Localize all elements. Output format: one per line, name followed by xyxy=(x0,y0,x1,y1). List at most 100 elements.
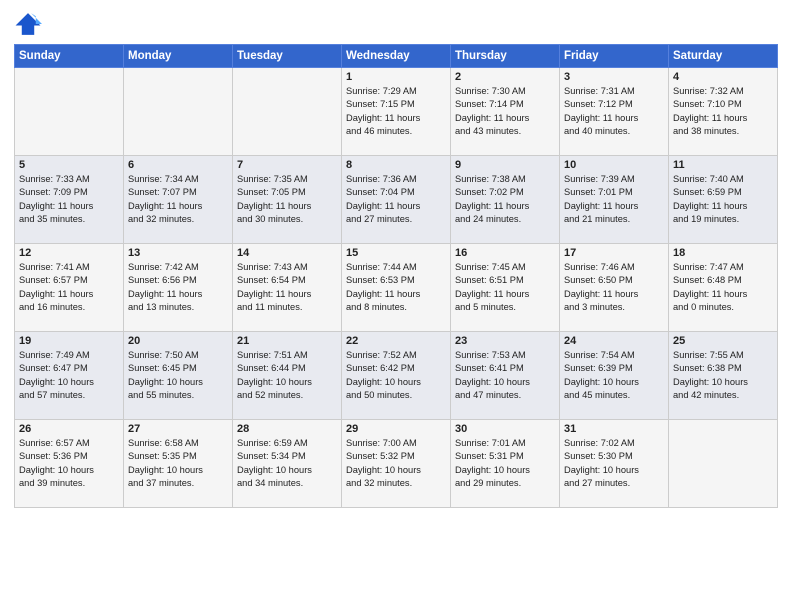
day-info: Sunrise: 7:42 AM Sunset: 6:56 PM Dayligh… xyxy=(128,261,228,315)
day-cell: 9 Sunrise: 7:38 AM Sunset: 7:02 PM Daylig… xyxy=(451,156,560,244)
day-cell: 14 Sunrise: 7:43 AM Sunset: 6:54 PM Dayli… xyxy=(233,244,342,332)
day-info: Sunrise: 7:30 AM Sunset: 7:14 PM Dayligh… xyxy=(455,85,555,139)
day-number: 27 xyxy=(128,423,228,435)
day-cell: 15 Sunrise: 7:44 AM Sunset: 6:53 PM Dayli… xyxy=(342,244,451,332)
day-number: 11 xyxy=(673,159,773,171)
day-number: 12 xyxy=(19,247,119,259)
day-info: Sunrise: 7:38 AM Sunset: 7:02 PM Dayligh… xyxy=(455,173,555,227)
day-cell: 28 Sunrise: 6:59 AM Sunset: 5:34 PM Dayli… xyxy=(233,420,342,508)
week-row-4: 26Sunrise: 6:57 AM Sunset: 5:36 PM Dayli… xyxy=(15,420,778,508)
calendar-header-row: SundayMondayTuesdayWednesdayThursdayFrid… xyxy=(15,45,778,68)
day-cell: 6 Sunrise: 7:34 AM Sunset: 7:07 PM Daylig… xyxy=(124,156,233,244)
day-info: Sunrise: 7:46 AM Sunset: 6:50 PM Dayligh… xyxy=(564,261,664,315)
day-info: Sunrise: 7:01 AM Sunset: 5:31 PM Dayligh… xyxy=(455,437,555,491)
logo xyxy=(14,10,46,38)
day-cell xyxy=(15,68,124,156)
day-info: Sunrise: 7:44 AM Sunset: 6:53 PM Dayligh… xyxy=(346,261,446,315)
day-number: 8 xyxy=(346,159,446,171)
header-sunday: Sunday xyxy=(15,45,124,68)
day-number: 20 xyxy=(128,335,228,347)
day-info: Sunrise: 7:34 AM Sunset: 7:07 PM Dayligh… xyxy=(128,173,228,227)
day-number: 22 xyxy=(346,335,446,347)
day-info: Sunrise: 7:51 AM Sunset: 6:44 PM Dayligh… xyxy=(237,349,337,403)
day-number: 19 xyxy=(19,335,119,347)
header xyxy=(14,10,778,38)
day-cell: 7 Sunrise: 7:35 AM Sunset: 7:05 PM Daylig… xyxy=(233,156,342,244)
week-row-2: 12 Sunrise: 7:41 AM Sunset: 6:57 PM Dayli… xyxy=(15,244,778,332)
day-number: 9 xyxy=(455,159,555,171)
header-thursday: Thursday xyxy=(451,45,560,68)
day-cell: 21 Sunrise: 7:51 AM Sunset: 6:44 PM Dayli… xyxy=(233,332,342,420)
day-cell: 18 Sunrise: 7:47 AM Sunset: 6:48 PM Dayli… xyxy=(669,244,778,332)
day-info: Sunrise: 7:54 AM Sunset: 6:39 PM Dayligh… xyxy=(564,349,664,403)
day-cell: 1 Sunrise: 7:29 AM Sunset: 7:15 PM Daylig… xyxy=(342,68,451,156)
week-row-3: 19 Sunrise: 7:49 AM Sunset: 6:47 PM Dayli… xyxy=(15,332,778,420)
day-number: 24 xyxy=(564,335,664,347)
day-cell: 29Sunrise: 7:00 AM Sunset: 5:32 PM Dayli… xyxy=(342,420,451,508)
day-info: Sunrise: 7:39 AM Sunset: 7:01 PM Dayligh… xyxy=(564,173,664,227)
day-number: 15 xyxy=(346,247,446,259)
day-cell: 8 Sunrise: 7:36 AM Sunset: 7:04 PM Daylig… xyxy=(342,156,451,244)
day-info: Sunrise: 7:33 AM Sunset: 7:09 PM Dayligh… xyxy=(19,173,119,227)
day-number: 14 xyxy=(237,247,337,259)
day-cell: 4Sunrise: 7:32 AM Sunset: 7:10 PM Daylig… xyxy=(669,68,778,156)
header-tuesday: Tuesday xyxy=(233,45,342,68)
day-cell: 13 Sunrise: 7:42 AM Sunset: 6:56 PM Dayli… xyxy=(124,244,233,332)
day-info: Sunrise: 7:00 AM Sunset: 5:32 PM Dayligh… xyxy=(346,437,446,491)
day-info: Sunrise: 7:55 AM Sunset: 6:38 PM Dayligh… xyxy=(673,349,773,403)
day-cell xyxy=(669,420,778,508)
day-info: Sunrise: 7:35 AM Sunset: 7:05 PM Dayligh… xyxy=(237,173,337,227)
day-cell: 5 Sunrise: 7:33 AM Sunset: 7:09 PM Daylig… xyxy=(15,156,124,244)
day-cell: 10 Sunrise: 7:39 AM Sunset: 7:01 PM Dayli… xyxy=(560,156,669,244)
day-info: Sunrise: 6:59 AM Sunset: 5:34 PM Dayligh… xyxy=(237,437,337,491)
day-number: 17 xyxy=(564,247,664,259)
day-number: 26 xyxy=(19,423,119,435)
day-cell xyxy=(124,68,233,156)
day-info: Sunrise: 7:43 AM Sunset: 6:54 PM Dayligh… xyxy=(237,261,337,315)
week-row-1: 5 Sunrise: 7:33 AM Sunset: 7:09 PM Daylig… xyxy=(15,156,778,244)
day-number: 1 xyxy=(346,71,446,83)
day-number: 2 xyxy=(455,71,555,83)
day-info: Sunrise: 7:31 AM Sunset: 7:12 PM Dayligh… xyxy=(564,85,664,139)
week-row-0: 1 Sunrise: 7:29 AM Sunset: 7:15 PM Daylig… xyxy=(15,68,778,156)
day-info: Sunrise: 7:29 AM Sunset: 7:15 PM Dayligh… xyxy=(346,85,446,139)
day-number: 28 xyxy=(237,423,337,435)
header-friday: Friday xyxy=(560,45,669,68)
day-cell: 30 Sunrise: 7:01 AM Sunset: 5:31 PM Dayli… xyxy=(451,420,560,508)
day-number: 23 xyxy=(455,335,555,347)
day-number: 3 xyxy=(564,71,664,83)
day-number: 10 xyxy=(564,159,664,171)
day-info: Sunrise: 7:02 AM Sunset: 5:30 PM Dayligh… xyxy=(564,437,664,491)
logo-icon xyxy=(14,10,42,38)
day-info: Sunrise: 7:36 AM Sunset: 7:04 PM Dayligh… xyxy=(346,173,446,227)
day-number: 25 xyxy=(673,335,773,347)
day-cell: 23Sunrise: 7:53 AM Sunset: 6:41 PM Dayli… xyxy=(451,332,560,420)
header-wednesday: Wednesday xyxy=(342,45,451,68)
day-number: 4 xyxy=(673,71,773,83)
day-number: 21 xyxy=(237,335,337,347)
day-number: 30 xyxy=(455,423,555,435)
day-cell: 11Sunrise: 7:40 AM Sunset: 6:59 PM Dayli… xyxy=(669,156,778,244)
day-info: Sunrise: 6:58 AM Sunset: 5:35 PM Dayligh… xyxy=(128,437,228,491)
day-cell: 16Sunrise: 7:45 AM Sunset: 6:51 PM Dayli… xyxy=(451,244,560,332)
day-info: Sunrise: 7:52 AM Sunset: 6:42 PM Dayligh… xyxy=(346,349,446,403)
day-cell xyxy=(233,68,342,156)
day-number: 16 xyxy=(455,247,555,259)
day-cell: 12 Sunrise: 7:41 AM Sunset: 6:57 PM Dayli… xyxy=(15,244,124,332)
day-number: 13 xyxy=(128,247,228,259)
day-cell: 25 Sunrise: 7:55 AM Sunset: 6:38 PM Dayli… xyxy=(669,332,778,420)
day-number: 7 xyxy=(237,159,337,171)
day-cell: 19 Sunrise: 7:49 AM Sunset: 6:47 PM Dayli… xyxy=(15,332,124,420)
day-number: 5 xyxy=(19,159,119,171)
day-cell: 22 Sunrise: 7:52 AM Sunset: 6:42 PM Dayli… xyxy=(342,332,451,420)
day-number: 18 xyxy=(673,247,773,259)
day-cell: 24 Sunrise: 7:54 AM Sunset: 6:39 PM Dayli… xyxy=(560,332,669,420)
day-cell: 31Sunrise: 7:02 AM Sunset: 5:30 PM Dayli… xyxy=(560,420,669,508)
day-cell: 17 Sunrise: 7:46 AM Sunset: 6:50 PM Dayli… xyxy=(560,244,669,332)
day-info: Sunrise: 7:41 AM Sunset: 6:57 PM Dayligh… xyxy=(19,261,119,315)
day-number: 6 xyxy=(128,159,228,171)
calendar-table: SundayMondayTuesdayWednesdayThursdayFrid… xyxy=(14,44,778,508)
day-info: Sunrise: 7:47 AM Sunset: 6:48 PM Dayligh… xyxy=(673,261,773,315)
day-cell: 27 Sunrise: 6:58 AM Sunset: 5:35 PM Dayli… xyxy=(124,420,233,508)
day-info: Sunrise: 7:49 AM Sunset: 6:47 PM Dayligh… xyxy=(19,349,119,403)
